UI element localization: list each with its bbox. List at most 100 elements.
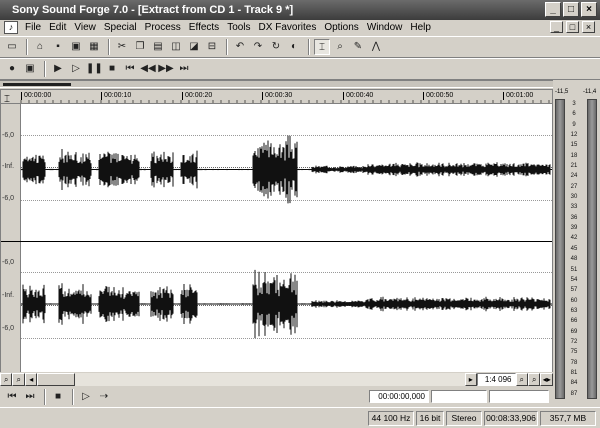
zoom-out-icon[interactable]: ⌕: [12, 372, 25, 386]
play-all-icon[interactable]: ▶: [50, 61, 66, 77]
go-to-start-icon[interactable]: ⏮: [122, 61, 138, 77]
time-ruler[interactable]: 00:00:00 00:00:10 00:00:20 00:00:30 00:0…: [1, 90, 552, 104]
meter-scale-label: 6: [572, 111, 576, 118]
paste-icon[interactable]: ▤: [150, 39, 166, 55]
save-all-icon[interactable]: ▦: [86, 39, 102, 55]
meter-scale-label: 60: [570, 297, 578, 304]
overview-view-marker[interactable]: [3, 83, 71, 86]
sample-rate: 44 100 Hz: [368, 410, 414, 426]
meter-scale-label: 87: [570, 390, 578, 397]
standard-toolbar: ▭ ⌂ ▪ ▣ ▦ ✂ ❐ ▤ ◫ ◪ ⊟ ↶ ↷ ↻ ◐ ⌶ ⌕ ✎ ⋀: [0, 36, 600, 58]
meter-left-bar: [555, 99, 565, 399]
ruler-tick: 00:00:50: [423, 92, 453, 100]
color-icon[interactable]: ◐: [286, 39, 302, 55]
meter-scale-label: 12: [570, 132, 578, 139]
sound-forge-window: Sony Sound Forge 7.0 - [Extract from CD …: [0, 0, 600, 428]
copy-icon[interactable]: ❐: [132, 39, 148, 55]
menu-special[interactable]: Special: [100, 22, 141, 33]
overview-bar[interactable]: [0, 80, 555, 88]
play-looped-icon[interactable]: ⇢: [96, 389, 112, 405]
meter-scale-label: 33: [570, 204, 578, 211]
maximize-button[interactable]: □: [563, 2, 579, 17]
meter-scale-label: 36: [570, 214, 578, 221]
waveform-channel-right[interactable]: [21, 242, 552, 372]
forward-icon[interactable]: ▶▶: [158, 61, 174, 77]
waveform-right: [21, 269, 552, 339]
mix-icon[interactable]: ◫: [168, 39, 184, 55]
record-icon[interactable]: ●: [4, 61, 20, 77]
ruler-tick: 00:01:00: [503, 92, 533, 100]
menu-dx-favorites[interactable]: DX Favorites: [255, 22, 321, 33]
meter-scale-label: 30: [570, 194, 578, 201]
doc-minimize-button[interactable]: _: [550, 21, 563, 33]
stop-icon[interactable]: ■: [104, 61, 120, 77]
cut-icon[interactable]: ✂: [114, 39, 130, 55]
meter-scale-label: 9: [572, 121, 576, 128]
transport-toolbar: ● ▣ ▶ ▷ ❚❚ ■ ⏮ ◀◀ ▶▶ ⏭: [0, 58, 600, 80]
bit-depth: 16 bit: [416, 410, 444, 426]
redo-icon[interactable]: ↷: [250, 39, 266, 55]
zoom-in-icon[interactable]: ⌕: [0, 372, 13, 386]
meter-scale-label: 18: [570, 152, 578, 159]
doc-restore-button[interactable]: □: [566, 21, 579, 33]
trim-icon[interactable]: ⊟: [204, 39, 220, 55]
level-label: -6,0: [2, 259, 15, 266]
new-icon[interactable]: ▭: [4, 39, 20, 55]
meter-scale-label: 81: [570, 369, 578, 376]
meter-scale-label: 66: [570, 318, 578, 325]
zoom-in-time-icon[interactable]: ⌕: [515, 372, 528, 386]
menu-edit[interactable]: Edit: [45, 22, 70, 33]
selection-end-field: [431, 390, 487, 403]
doc-close-button[interactable]: ×: [582, 21, 595, 33]
menu-process[interactable]: Process: [141, 22, 185, 33]
zoom-out-time-icon[interactable]: ⌕: [528, 372, 541, 386]
scroll-thumb[interactable]: [37, 372, 76, 386]
go-to-end-icon[interactable]: ⏭: [176, 61, 192, 77]
meter-scale-label: 39: [570, 225, 578, 232]
rewind-icon[interactable]: ◀◀: [140, 61, 156, 77]
pencil-tool-icon[interactable]: ✎: [350, 39, 366, 55]
menu-options[interactable]: Options: [320, 22, 362, 33]
minimize-button[interactable]: _: [545, 2, 561, 17]
undo-icon[interactable]: ↶: [232, 39, 248, 55]
envelope-tool-icon[interactable]: ⋀: [368, 39, 384, 55]
repeat-icon[interactable]: ↻: [268, 39, 284, 55]
go-to-start-icon[interactable]: ⏮: [4, 389, 20, 405]
save-icon[interactable]: ▪: [50, 39, 66, 55]
crop-icon[interactable]: ◪: [186, 39, 202, 55]
magnify-tool-icon[interactable]: ⌕: [332, 39, 348, 55]
menu-help[interactable]: Help: [406, 22, 435, 33]
scroll-left-icon[interactable]: ◂: [24, 372, 38, 386]
title-bar: Sony Sound Forge 7.0 - [Extract from CD …: [0, 0, 600, 20]
scroll-track[interactable]: [37, 372, 76, 386]
menu-effects[interactable]: Effects: [185, 22, 223, 33]
playbar: ⏮ ⏭ ■ ▷ ⇢ 00:00:00,000: [0, 387, 553, 406]
meter-scale-label: 78: [570, 359, 578, 366]
scroll-right-icon[interactable]: ▸: [464, 372, 478, 386]
file-length: 00:08:33,906: [484, 410, 538, 426]
pause-icon[interactable]: ❚❚: [86, 61, 103, 77]
meter-scale-label: 72: [570, 338, 578, 345]
menu-window[interactable]: Window: [363, 22, 407, 33]
scroll-track-right[interactable]: [73, 372, 465, 386]
play-normal-icon[interactable]: ▷: [78, 389, 94, 405]
menu-tools[interactable]: Tools: [223, 22, 254, 33]
close-button[interactable]: ×: [581, 2, 597, 17]
save-as-icon[interactable]: ▣: [68, 39, 84, 55]
window-title: Sony Sound Forge 7.0 - [Extract from CD …: [12, 4, 294, 16]
open-icon[interactable]: ⌂: [32, 39, 48, 55]
stop-icon[interactable]: ■: [50, 389, 66, 405]
menu-bar: ♪ File Edit View Special Process Effects…: [0, 20, 600, 35]
data-window[interactable]: 00:00:00 00:00:10 00:00:20 00:00:30 00:0…: [0, 89, 553, 372]
edit-tool-icon[interactable]: ⌶: [314, 39, 330, 55]
waveform-channel-left[interactable]: [21, 104, 552, 241]
go-to-end-icon[interactable]: ⏭: [22, 389, 38, 405]
menu-view[interactable]: View: [70, 22, 100, 33]
document-icon[interactable]: ♪: [4, 21, 18, 34]
loop-icon[interactable]: ▣: [22, 61, 38, 77]
menu-file[interactable]: File: [21, 22, 45, 33]
horizontal-scroll-row: ⌕ ⌕ ◂ ▸ 1:4 096 ⌕ ⌕ ◂▸: [0, 372, 553, 386]
zoom-fit-icon[interactable]: ◂▸: [540, 372, 553, 386]
play-icon[interactable]: ▷: [68, 61, 84, 77]
marker-icon[interactable]: ⌶: [4, 94, 10, 105]
